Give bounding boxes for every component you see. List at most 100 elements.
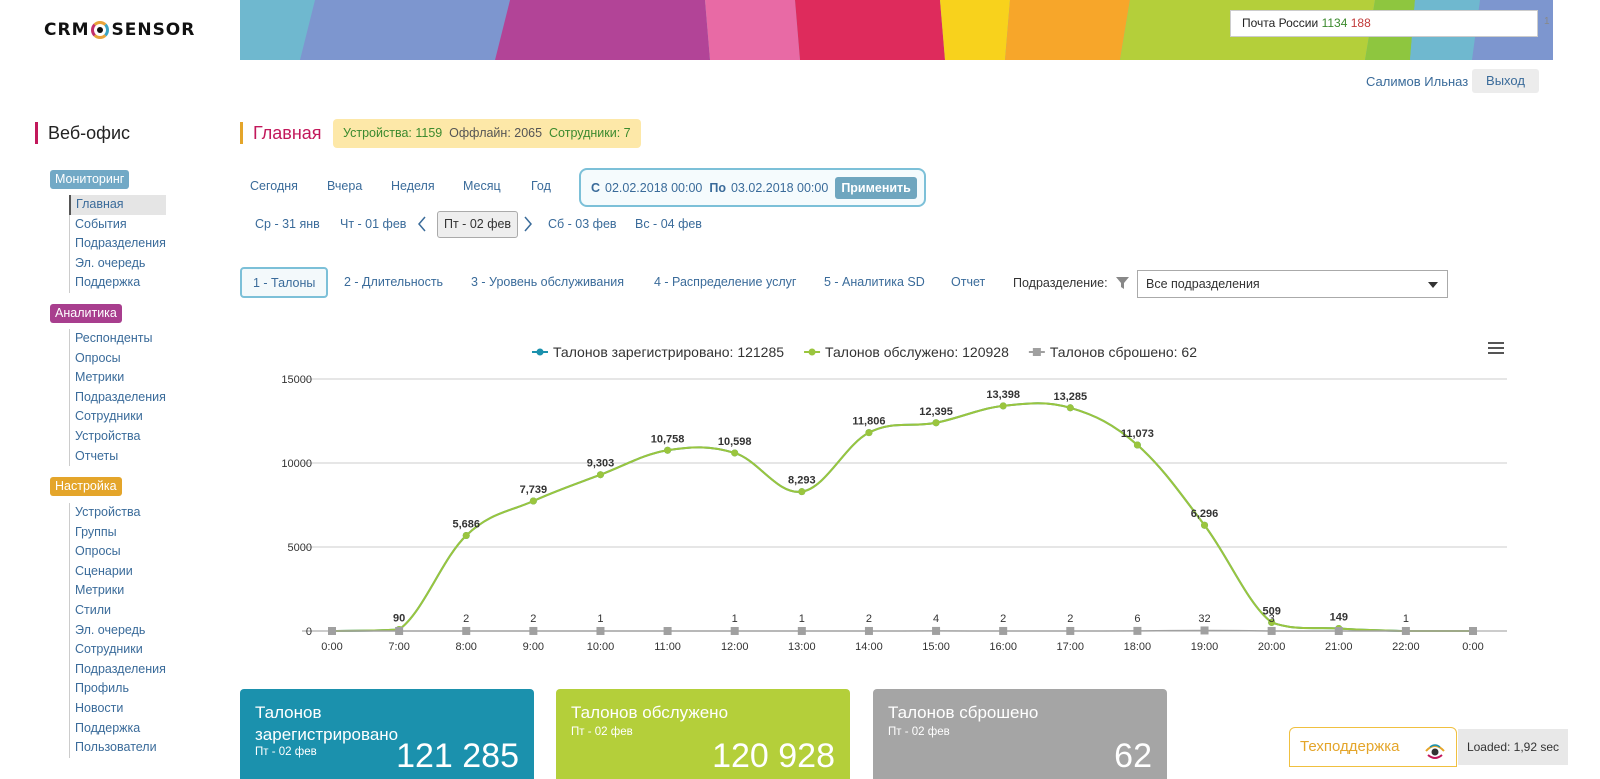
legend-marker [1032,348,1041,356]
data-point [999,626,1008,635]
card-title: Талонов зарегистрировано [255,703,399,744]
series-line [331,629,1474,632]
data-label: 10,758 [651,433,685,445]
tab-service-level[interactable]: 3 - Уровень обслуживания [471,275,624,289]
data-point [1201,521,1209,529]
day-prev-1[interactable]: Чт - 01 фев [340,217,406,231]
x-tick-label: 10:00 [587,641,615,653]
status-badge: Устройства: 1159 Оффлайн: 2065 Сотрудник… [333,119,641,148]
sidebar-item-users[interactable]: Пользователи [70,738,166,758]
data-point [328,627,336,635]
data-label: 149 [1330,611,1348,623]
x-tick-label: 17:00 [1057,641,1085,653]
data-point [731,449,739,457]
x-tick-label: 0:00 [321,641,342,653]
sidebar-item-scenarios[interactable]: Сценарии [70,562,166,582]
data-point [1401,626,1410,635]
organization-field[interactable]: Почта России 1134 188 [1230,10,1538,37]
logo-text-left: CRM [44,20,90,40]
support-eye-icon [1424,738,1446,776]
sidebar-item-devices[interactable]: Устройства [70,503,166,523]
chevron-left-icon[interactable] [417,216,427,237]
data-label: 13,285 [1053,391,1087,403]
tab-duration[interactable]: 2 - Длительность [344,275,443,289]
sidebar-item-queue[interactable]: Эл. очередь [70,621,166,641]
support-button[interactable]: Техподдержка [1289,727,1457,767]
period-week[interactable]: Неделя [391,179,435,193]
sidebar-item-subdivisions[interactable]: Подразделения [70,660,166,680]
period-yesterday[interactable]: Вчера [327,179,362,193]
range-to-input[interactable]: 03.02.2018 00:00 [731,181,828,195]
day-prev-2[interactable]: Ср - 31 янв [255,217,320,231]
x-tick-label: 18:00 [1124,641,1152,653]
data-point [932,626,941,635]
period-month[interactable]: Месяц [463,179,501,193]
data-point [596,626,605,635]
menu-analytics: Респонденты Опросы Метрики Подразделения… [69,329,166,467]
card-served: Талонов обслужено Пт - 02 фев 120 928 [556,689,850,779]
sidebar-item-employees[interactable]: Сотрудники [70,640,166,660]
chevron-right-icon[interactable] [523,216,533,237]
sidebar-item-respondents[interactable]: Респонденты [70,329,166,349]
tab-report[interactable]: Отчет [951,275,985,289]
apply-button[interactable]: Применить [835,176,917,199]
subdivision-select[interactable]: Все подразделения [1137,270,1448,298]
data-point [932,419,940,427]
sidebar-item-groups[interactable]: Группы [70,523,166,543]
sidebar-item-surveys[interactable]: Опросы [70,349,166,369]
load-time: Loaded: 1,92 sec [1458,729,1568,765]
tab-service-distribution[interactable]: 4 - Распределение услуг [654,275,796,289]
data-point [664,446,672,454]
x-tick-label: 9:00 [523,641,544,653]
tab-analytics-sd[interactable]: 5 - Аналитика SD [824,275,925,289]
x-tick-label: 7:00 [388,641,409,653]
tickets-chart: 0 5000 10000 15000 Талонов зарегистрировано… [281,344,1507,653]
logout-button[interactable]: Выход [1472,69,1539,93]
period-year[interactable]: Год [531,179,551,193]
data-label: 6 [1134,613,1140,625]
x-tick-label: 15:00 [922,641,950,653]
sidebar-item-support[interactable]: Поддержка [70,273,166,293]
data-point [529,626,538,635]
sidebar-item-main[interactable]: Главная [69,195,166,215]
card-value: 121 285 [396,737,519,775]
sidebar-item-metrics[interactable]: Метрики [70,581,166,601]
logo[interactable]: CRM SENSOR [44,20,195,40]
series-line [331,402,1473,632]
period-today[interactable]: Сегодня [250,179,298,193]
sidebar-item-queue[interactable]: Эл. очередь [70,254,166,274]
page-title: Главная [240,122,322,144]
day-next-2[interactable]: Вс - 04 фев [635,217,702,231]
data-label: 3 [1269,613,1275,625]
data-point [462,531,470,539]
day-current[interactable]: Пт - 02 фев [437,211,519,238]
sidebar-item-subdivisions[interactable]: Подразделения [70,234,166,254]
data-label: 4 [933,613,939,625]
tab-tickets[interactable]: 1 - Талоны [240,267,329,298]
sidebar-item-events[interactable]: События [70,215,166,235]
card-title: Талонов сброшено [888,703,1039,722]
y-tick-label: 0 [306,626,312,638]
sidebar-item-metrics[interactable]: Метрики [70,368,166,388]
card-registered: Талонов зарегистрировано Пт - 02 фев 121… [240,689,534,779]
sidebar-item-profile[interactable]: Профиль [70,679,166,699]
y-tick-label: 5000 [288,542,312,554]
data-point [999,402,1007,410]
sidebar-item-styles[interactable]: Стили [70,601,166,621]
sidebar-item-support[interactable]: Поддержка [70,719,166,739]
sidebar-item-employees[interactable]: Сотрудники [70,407,166,427]
x-tick-label: 0:00 [1462,641,1483,653]
sidebar-item-subdivisions[interactable]: Подразделения [70,388,166,408]
data-point [1267,626,1276,635]
data-label: 12,395 [919,406,953,418]
day-next-1[interactable]: Сб - 03 фев [548,217,617,231]
data-point [596,471,604,479]
sidebar-item-reports[interactable]: Отчеты [70,447,166,467]
sidebar-item-devices[interactable]: Устройства [70,427,166,447]
range-from-input[interactable]: 02.02.2018 00:00 [605,181,702,195]
sidebar-item-surveys[interactable]: Опросы [70,542,166,562]
sidebar-item-news[interactable]: Новости [70,699,166,719]
user-name-link[interactable]: Салимов Ильназ [1366,74,1468,89]
card-value: 62 [1114,737,1152,775]
data-point [865,429,873,437]
